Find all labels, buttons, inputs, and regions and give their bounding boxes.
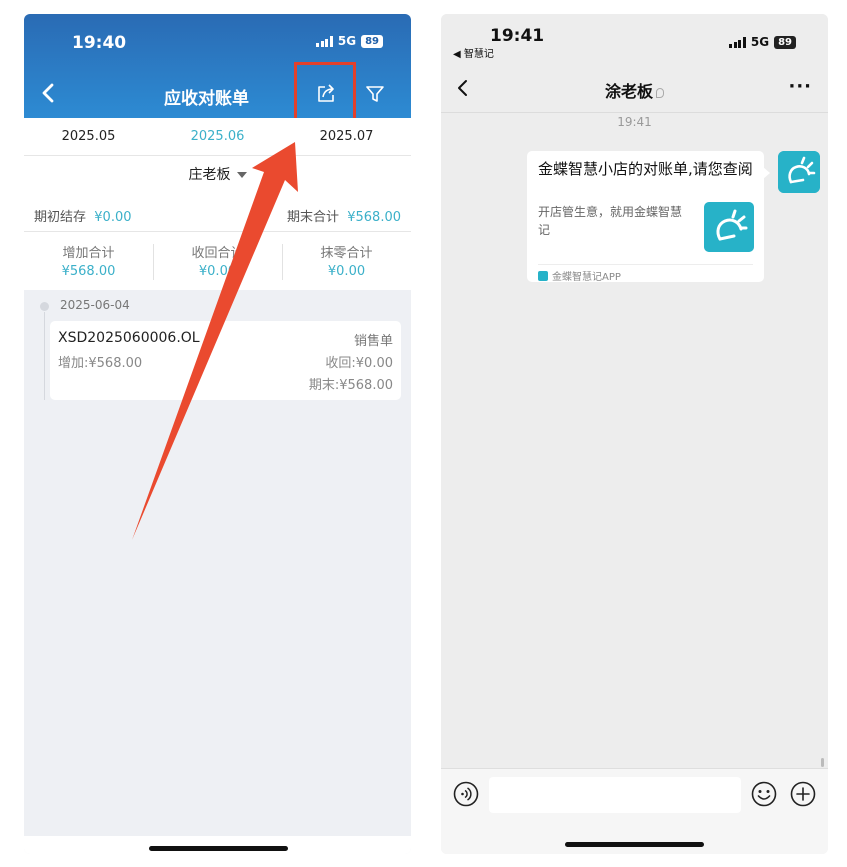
highlight-box [294,62,356,125]
entry-date: 2025-06-04 [60,298,130,312]
closing-value: ¥568.00 [347,210,401,225]
status-bar-right: 5G 89 [316,34,383,48]
statement-entry-card[interactable]: XSD2025060006.OL 销售单 增加:¥568.00 收回:¥0.00… [50,321,401,400]
signal-icon [316,35,333,47]
network-label: 5G [750,35,770,49]
left-phone-screen: 19:40 5G 89 应收对账单 2025.05 2025.06 2025.0… [24,14,411,854]
client-name: 庄老板 [188,167,231,183]
tab-month-prev[interactable]: 2025.05 [24,129,153,144]
totals-row: 增加合计 ¥568.00 收回合计 ¥0.00 抹零合计 ¥0.00 [24,232,411,290]
document-type: 销售单 [353,334,393,349]
status-time: 19:40 [72,33,127,53]
battery-icon: 89 [774,35,796,49]
document-number: XSD2025060006.OL [58,330,200,346]
back-to-app-link[interactable]: ◀ 智慧记 [453,45,494,60]
opening-label: 期初结存 [34,210,87,225]
total-rounding: 抹零合计 ¥0.00 [282,232,411,290]
earpiece-icon [656,87,664,98]
right-phone-screen: 19:41 ◀ 智慧记 5G 89 涂老板 ··· 19:41 金蝶智慧小店的对… [441,14,828,854]
source-label: 金蝶智慧记APP [552,272,621,283]
client-selector[interactable]: 庄老板 [24,156,411,200]
home-indicator [565,842,704,847]
balance-row: 期初结存 ¥0.00 期末合计 ¥568.00 [24,200,411,232]
opening-balance: 期初结存 ¥0.00 [34,206,132,225]
total-label: 增加合计 [62,246,115,261]
total-value: ¥0.00 [327,264,366,279]
card-divider [538,264,753,265]
tab-month-current[interactable]: 2025.06 [153,129,282,144]
timeline-dot [40,302,49,311]
chat-header: 19:41 ◀ 智慧记 5G 89 涂老板 ··· [441,14,828,112]
scroll-indicator [821,758,824,767]
status-bar-right: 5G 89 [729,35,796,49]
total-value: ¥568.00 [61,264,116,279]
filter-icon[interactable] [364,83,386,105]
caret-down-icon [236,172,247,178]
total-increase: 增加合计 ¥568.00 [24,232,153,290]
voice-input-icon[interactable] [453,781,479,807]
more-options-icon[interactable]: ··· [788,76,812,97]
status-time: 19:41 [490,26,545,46]
opening-value: ¥0.00 [94,210,132,225]
sender-avatar[interactable] [778,151,820,193]
tab-month-next[interactable]: 2025.07 [282,129,411,144]
chat-title: 涂老板 [441,78,828,102]
card-title: 金蝶智慧小店的对账单,请您查阅 [538,160,753,178]
app-logo-icon [704,202,754,252]
bottom-safe-area [24,836,411,854]
timeline-line [44,312,45,400]
page-title: 应收对账单 [164,89,249,109]
network-label: 5G [337,34,357,48]
emoji-icon[interactable] [751,781,777,807]
message-input[interactable] [489,777,741,813]
total-label: 收回合计 [191,246,244,261]
card-source: 金蝶智慧记APP [538,268,621,283]
shared-link-card[interactable]: 金蝶智慧小店的对账单,请您查阅 开店管生意，就用金蝶智慧记 金蝶智慧记APP [527,151,770,283]
total-label: 抹零合计 [320,246,373,261]
entry-received: 收回:¥0.00 [325,356,393,371]
card-description: 开店管生意，就用金蝶智慧记 [538,205,683,237]
contact-name: 涂老板 [604,82,653,101]
entry-increase: 增加:¥568.00 [58,356,143,371]
total-received: 收回合计 ¥0.00 [153,232,282,290]
month-tabs: 2025.05 2025.06 2025.07 [24,118,411,156]
total-value: ¥0.00 [198,264,237,279]
source-app-icon [538,270,548,281]
signal-icon [729,36,746,48]
closing-label: 期末合计 [286,210,339,225]
left-header: 19:40 5G 89 应收对账单 [24,14,411,125]
back-arrow-icon[interactable] [38,82,60,104]
home-indicator [149,846,288,851]
header-divider [441,112,828,113]
closing-balance: 期末合计 ¥568.00 [287,206,401,225]
plus-icon[interactable] [790,781,816,807]
chat-timestamp: 19:41 [617,115,652,129]
entry-closing: 期末:¥568.00 [308,378,393,393]
battery-icon: 89 [361,34,383,48]
